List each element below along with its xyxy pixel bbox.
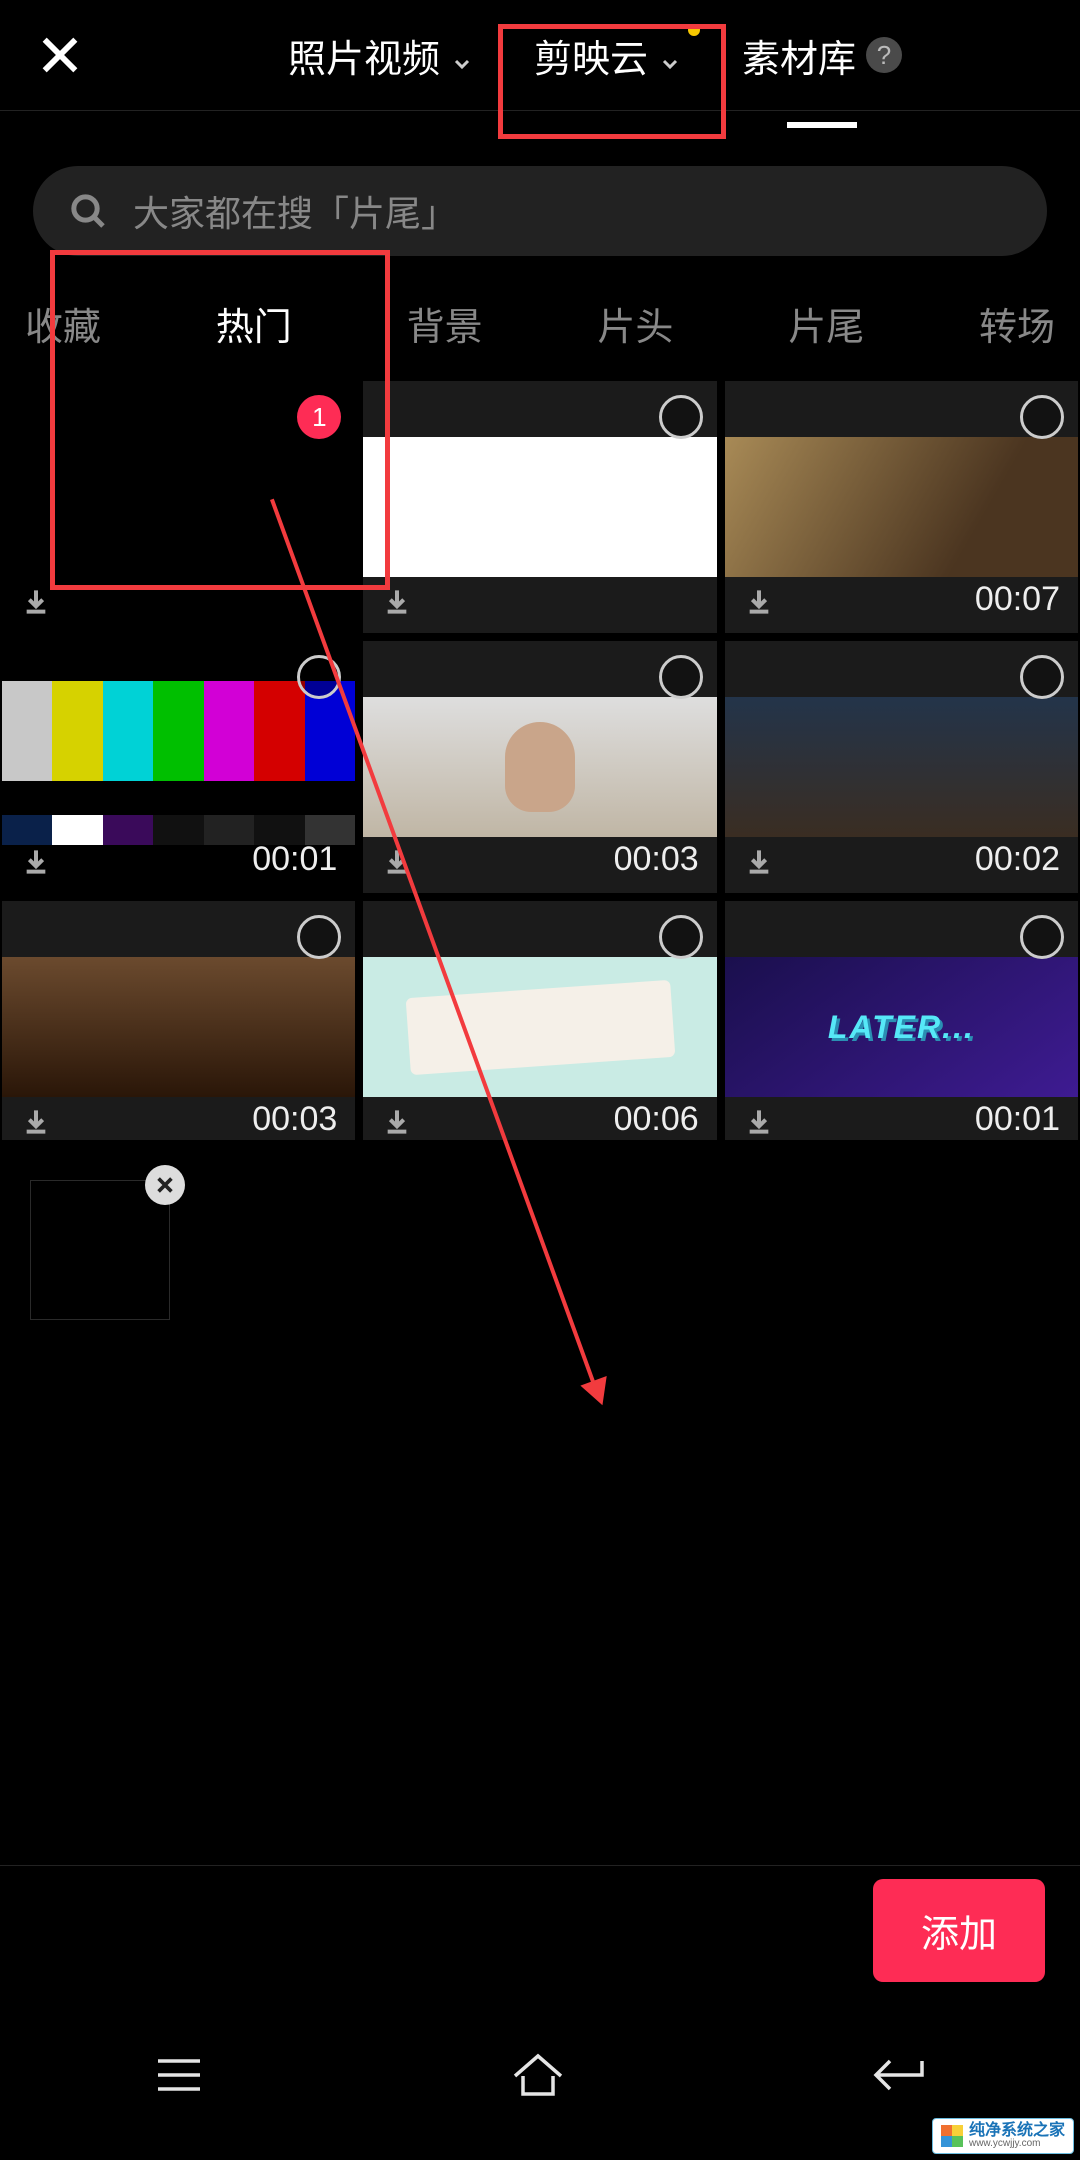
- category-tab-favorites[interactable]: 收藏: [25, 296, 101, 351]
- search-placeholder: 大家都在搜「片尾」: [133, 185, 457, 237]
- close-button[interactable]: [30, 25, 90, 85]
- add-button[interactable]: 添加: [873, 1879, 1045, 1982]
- nav-menu-button[interactable]: [152, 2053, 206, 2102]
- download-icon: [20, 585, 52, 617]
- selected-clip-thumb[interactable]: [30, 1180, 170, 1320]
- search-input[interactable]: 大家都在搜「片尾」: [33, 166, 1047, 256]
- clip-grid: 1 00:07 00:01 00:03: [0, 381, 1080, 1153]
- clip-card[interactable]: 00:03: [363, 641, 716, 893]
- category-tab-hot[interactable]: 热门: [216, 296, 292, 351]
- download-icon: [743, 585, 775, 617]
- clip-card[interactable]: LATER... 00:01: [725, 901, 1078, 1153]
- clip-card[interactable]: 00:06: [363, 901, 716, 1153]
- clip-duration: 00:03: [614, 840, 699, 879]
- selection-tray: [0, 1140, 1080, 1360]
- clip-card[interactable]: 00:07: [725, 381, 1078, 633]
- download-icon: [381, 845, 413, 877]
- annotation-arrow-head: [580, 1376, 615, 1410]
- download-icon: [743, 845, 775, 877]
- watermark-logo-icon: [941, 2125, 963, 2147]
- select-circle[interactable]: [1020, 655, 1064, 699]
- clip-duration: 00:06: [614, 1100, 699, 1139]
- clip-duration: 00:07: [975, 580, 1060, 619]
- download-icon: [743, 1105, 775, 1137]
- chevron-down-icon: [450, 43, 474, 67]
- clip-thumbnail: [725, 437, 1078, 577]
- category-tab-intro[interactable]: 片头: [597, 296, 673, 351]
- nav-home-button[interactable]: [509, 2050, 567, 2105]
- select-circle[interactable]: [659, 915, 703, 959]
- tab-jianying-cloud[interactable]: 剪映云: [534, 28, 682, 83]
- select-circle[interactable]: [297, 655, 341, 699]
- category-tabs: 收藏 热门 背景 片头 片尾 转场: [0, 256, 1080, 381]
- clip-duration: 00:03: [252, 1100, 337, 1139]
- watermark-title: 纯净系统之家: [969, 2123, 1065, 2139]
- download-icon: [20, 1105, 52, 1137]
- clip-card[interactable]: 1: [2, 381, 355, 633]
- select-circle[interactable]: [659, 395, 703, 439]
- tab-label: 素材库: [742, 28, 856, 83]
- remove-selected-button[interactable]: [145, 1165, 185, 1205]
- selection-order-badge: 1: [297, 395, 341, 439]
- clip-duration: 00:01: [975, 1100, 1060, 1139]
- clip-thumbnail: [363, 437, 716, 577]
- nav-back-button[interactable]: [870, 2053, 928, 2102]
- search-icon: [68, 191, 108, 231]
- header-bar: 照片视频 剪映云 素材库 ?: [0, 0, 1080, 110]
- category-tab-outro[interactable]: 片尾: [788, 296, 864, 351]
- notification-dot: [688, 24, 700, 36]
- select-circle[interactable]: [297, 915, 341, 959]
- category-tab-transition[interactable]: 转场: [979, 296, 1055, 351]
- divider: [0, 110, 1080, 111]
- download-icon: [381, 585, 413, 617]
- clip-duration: 00:01: [252, 840, 337, 879]
- clip-card[interactable]: 00:01: [2, 641, 355, 893]
- bottom-bar: 添加: [0, 1865, 1080, 1995]
- header-tabs: 照片视频 剪映云 素材库 ?: [140, 28, 1050, 83]
- clip-card[interactable]: 00:03: [2, 901, 355, 1153]
- clip-card[interactable]: [363, 381, 716, 633]
- help-icon[interactable]: ?: [866, 37, 902, 73]
- watermark-url: www.ycwjjy.com: [969, 2139, 1065, 2149]
- tab-photos-videos[interactable]: 照片视频: [288, 28, 474, 83]
- clip-duration: 00:02: [975, 840, 1060, 879]
- chevron-down-icon: [658, 43, 682, 67]
- clip-thumbnail: [2, 957, 355, 1097]
- select-circle[interactable]: [659, 655, 703, 699]
- download-icon: [20, 845, 52, 877]
- watermark: 纯净系统之家 www.ycwjjy.com: [932, 2118, 1074, 2154]
- tab-material-library[interactable]: 素材库 ?: [742, 28, 902, 83]
- tab-label: 剪映云: [534, 28, 648, 83]
- clip-card[interactable]: 00:02: [725, 641, 1078, 893]
- tab-label: 照片视频: [288, 28, 440, 83]
- clip-thumbnail: [725, 697, 1078, 837]
- clip-overlay-text: LATER...: [828, 1009, 975, 1046]
- download-icon: [381, 1105, 413, 1137]
- clip-thumbnail: [363, 957, 716, 1097]
- category-tab-background[interactable]: 背景: [407, 296, 483, 351]
- select-circle[interactable]: [1020, 395, 1064, 439]
- clip-thumbnail: LATER...: [725, 957, 1078, 1097]
- system-nav-bar: [0, 1995, 1080, 2160]
- clip-thumbnail: [363, 697, 716, 837]
- select-circle[interactable]: [1020, 915, 1064, 959]
